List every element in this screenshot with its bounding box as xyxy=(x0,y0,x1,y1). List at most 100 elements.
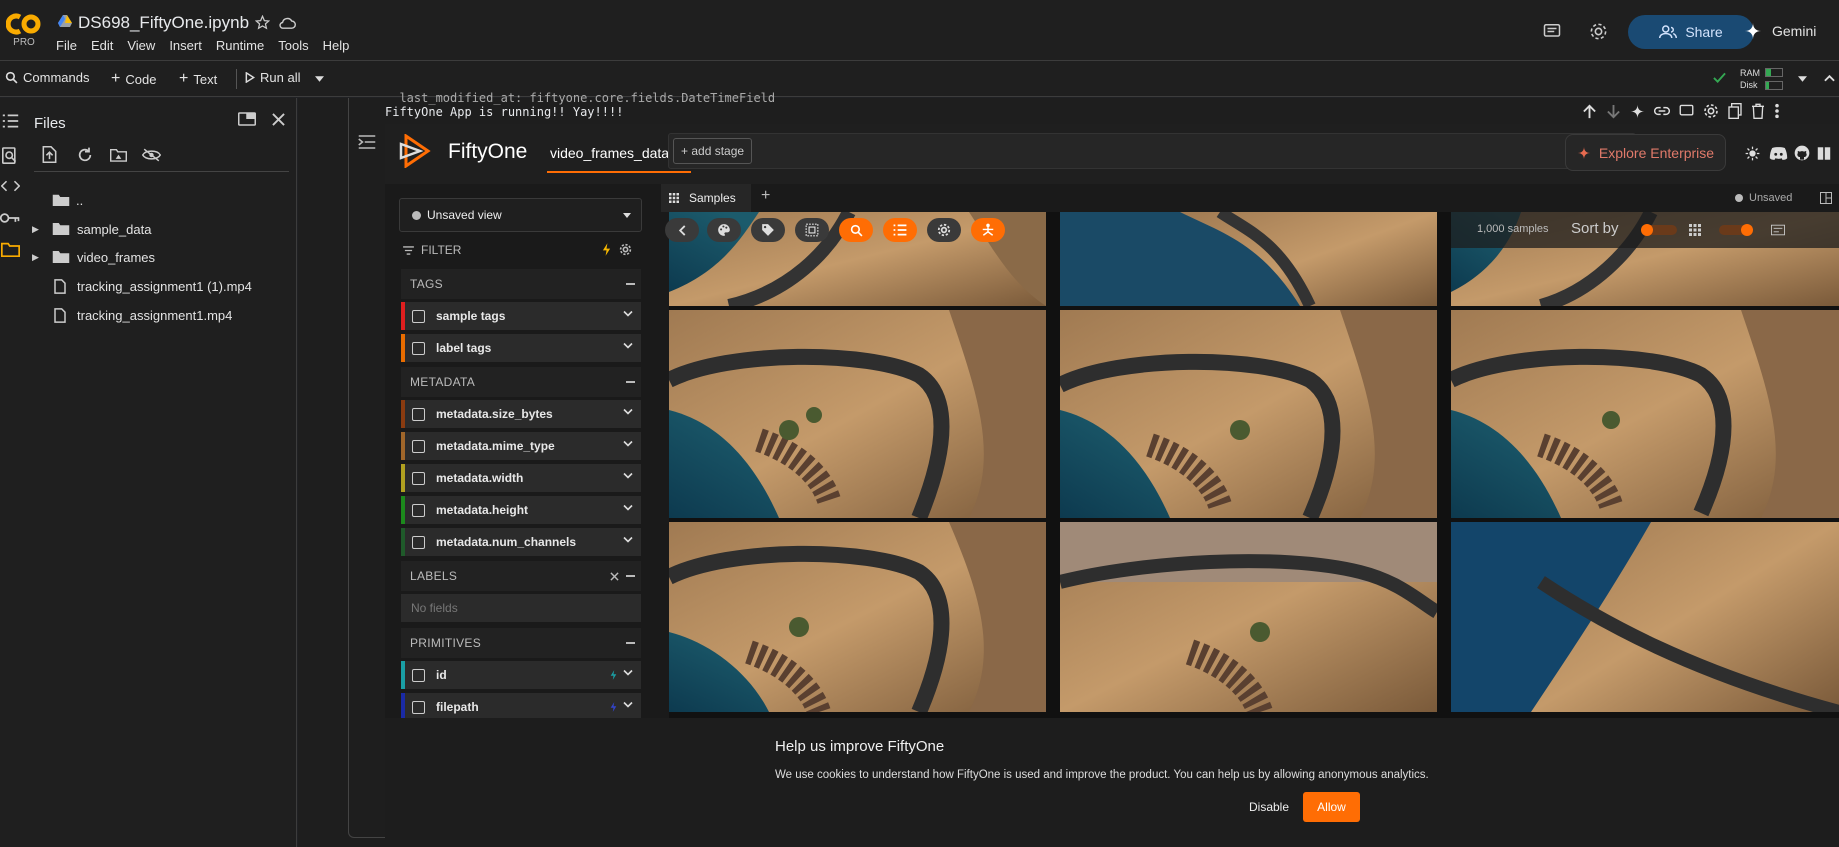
file-tree-item-parent[interactable]: .. xyxy=(52,188,83,212)
share-button[interactable]: Share xyxy=(1628,15,1754,49)
docs-book-icon[interactable] xyxy=(1817,146,1831,161)
patches-button[interactable] xyxy=(795,218,829,242)
disable-analytics-button[interactable]: Disable xyxy=(1249,800,1289,814)
sample-tile[interactable] xyxy=(1060,212,1437,306)
hide-hidden-files-icon[interactable] xyxy=(142,148,161,162)
find-replace-icon[interactable] xyxy=(2,147,18,165)
grid-back-button[interactable] xyxy=(665,218,699,242)
menu-runtime[interactable]: Runtime xyxy=(216,38,264,53)
checkbox[interactable] xyxy=(412,341,425,355)
field-row-size-bytes[interactable]: metadata.size_bytes xyxy=(401,400,641,428)
refresh-icon[interactable] xyxy=(77,147,93,163)
mirror-cell-icon[interactable] xyxy=(1728,103,1742,119)
cell-settings-gear-icon[interactable] xyxy=(1703,103,1719,119)
menu-tools[interactable]: Tools xyxy=(278,38,308,53)
run-all-button[interactable]: Run all xyxy=(245,70,300,85)
grid-settings-button[interactable] xyxy=(927,218,961,242)
lightning-icon[interactable] xyxy=(602,243,611,256)
group-header-metadata[interactable]: METADATA xyxy=(401,367,641,397)
resources-dropdown-icon[interactable] xyxy=(1798,76,1807,82)
sample-tile[interactable] xyxy=(1060,310,1437,518)
menu-edit[interactable]: Edit xyxy=(91,38,113,53)
menu-file[interactable]: File xyxy=(56,38,77,53)
collapse-minus-icon[interactable] xyxy=(626,283,635,285)
allow-analytics-button[interactable]: Allow xyxy=(1303,792,1360,822)
colab-logo[interactable]: PRO xyxy=(6,12,42,50)
chevron-down-icon[interactable] xyxy=(623,536,633,543)
menu-insert[interactable]: Insert xyxy=(169,38,202,53)
checkbox[interactable] xyxy=(412,407,425,421)
expand-grid-icon[interactable] xyxy=(1771,224,1785,236)
field-row-id[interactable]: id xyxy=(401,661,641,689)
move-down-icon[interactable] xyxy=(1606,104,1621,119)
expand-arrow-icon[interactable]: ▶ xyxy=(32,252,52,263)
sample-tile[interactable] xyxy=(1060,522,1437,712)
table-of-contents-icon[interactable] xyxy=(2,114,19,128)
theme-sun-icon[interactable] xyxy=(1745,146,1760,161)
sidebar-settings-gear-icon[interactable] xyxy=(619,243,632,256)
chevron-down-icon[interactable] xyxy=(623,310,633,317)
file-tree-item-mp4[interactable]: tracking_assignment1.mp4 xyxy=(54,303,232,327)
grid-size-icon[interactable] xyxy=(1689,224,1701,236)
close-icon[interactable] xyxy=(272,113,285,126)
file-tree-item-video-frames[interactable]: ▶ video_frames xyxy=(32,245,155,269)
sample-tile[interactable] xyxy=(1451,310,1839,518)
mount-drive-icon[interactable] xyxy=(110,148,127,162)
collapse-minus-icon[interactable] xyxy=(626,642,635,644)
group-header-tags[interactable]: TAGS xyxy=(401,269,641,299)
split-panel-icon[interactable] xyxy=(1820,192,1832,204)
saved-view-select[interactable]: Unsaved view xyxy=(399,198,642,232)
add-panel-plus-icon[interactable]: + xyxy=(761,187,770,205)
sample-tile[interactable] xyxy=(1451,522,1839,712)
checkbox[interactable] xyxy=(412,668,425,682)
field-row-label-tags[interactable]: label tags xyxy=(401,334,641,362)
open-in-tab-icon[interactable] xyxy=(238,112,256,126)
fiftyone-logo-icon[interactable] xyxy=(398,134,432,168)
files-folder-icon[interactable] xyxy=(1,242,20,257)
field-row-mime-type[interactable]: metadata.mime_type xyxy=(401,432,641,460)
field-row-width[interactable]: metadata.width xyxy=(401,464,641,492)
collapse-minus-icon[interactable] xyxy=(626,575,635,577)
collapse-header-icon[interactable] xyxy=(1824,74,1835,82)
delete-trash-icon[interactable] xyxy=(1751,103,1765,119)
color-palette-button[interactable] xyxy=(707,218,741,242)
similarity-search-button[interactable] xyxy=(839,218,873,242)
chevron-down-icon[interactable] xyxy=(623,472,633,479)
field-row-num-channels[interactable]: metadata.num_channels xyxy=(401,528,641,556)
menu-help[interactable]: Help xyxy=(323,38,350,53)
gemini-sparkle-icon[interactable] xyxy=(1630,104,1645,119)
group-header-primitives[interactable]: PRIMITIVES xyxy=(401,628,641,658)
checkbox[interactable] xyxy=(412,503,425,517)
link-icon[interactable] xyxy=(1654,106,1670,116)
field-row-sample-tags[interactable]: sample tags xyxy=(401,302,641,330)
checkbox[interactable] xyxy=(412,309,425,323)
grid-zoom-slider[interactable] xyxy=(1719,224,1753,236)
operators-button[interactable] xyxy=(971,218,1005,242)
tab-samples[interactable]: Samples xyxy=(661,184,751,212)
upload-file-icon[interactable] xyxy=(42,146,57,163)
sample-tile[interactable] xyxy=(669,310,1046,518)
clear-labels-icon[interactable] xyxy=(610,572,619,581)
settings-gear-icon[interactable] xyxy=(1589,22,1608,41)
run-all-dropdown-icon[interactable] xyxy=(315,76,324,82)
group-header-labels[interactable]: LABELS xyxy=(401,561,641,591)
sort-direction-toggle[interactable] xyxy=(1641,224,1677,236)
checkbox[interactable] xyxy=(412,535,425,549)
expand-arrow-icon[interactable]: ▶ xyxy=(32,224,52,235)
sort-by-button[interactable]: Sort by xyxy=(1571,220,1619,237)
checkbox[interactable] xyxy=(412,700,425,714)
code-snippets-icon[interactable] xyxy=(1,180,20,192)
chevron-down-icon[interactable] xyxy=(623,408,633,415)
chevron-down-icon[interactable] xyxy=(623,342,633,349)
menu-view[interactable]: View xyxy=(127,38,155,53)
checkbox[interactable] xyxy=(412,471,425,485)
field-row-filepath[interactable]: filepath xyxy=(401,693,641,721)
move-up-icon[interactable] xyxy=(1582,104,1597,119)
explore-enterprise-button[interactable]: Explore Enterprise xyxy=(1565,134,1726,171)
add-text-button[interactable]: + Text xyxy=(179,70,217,88)
output-actions-icon[interactable] xyxy=(358,134,376,150)
list-view-button[interactable] xyxy=(883,218,917,242)
sample-tile[interactable] xyxy=(669,522,1046,712)
resources-indicator[interactable]: RAM Disk xyxy=(1740,67,1760,91)
comments-icon[interactable] xyxy=(1543,23,1561,40)
